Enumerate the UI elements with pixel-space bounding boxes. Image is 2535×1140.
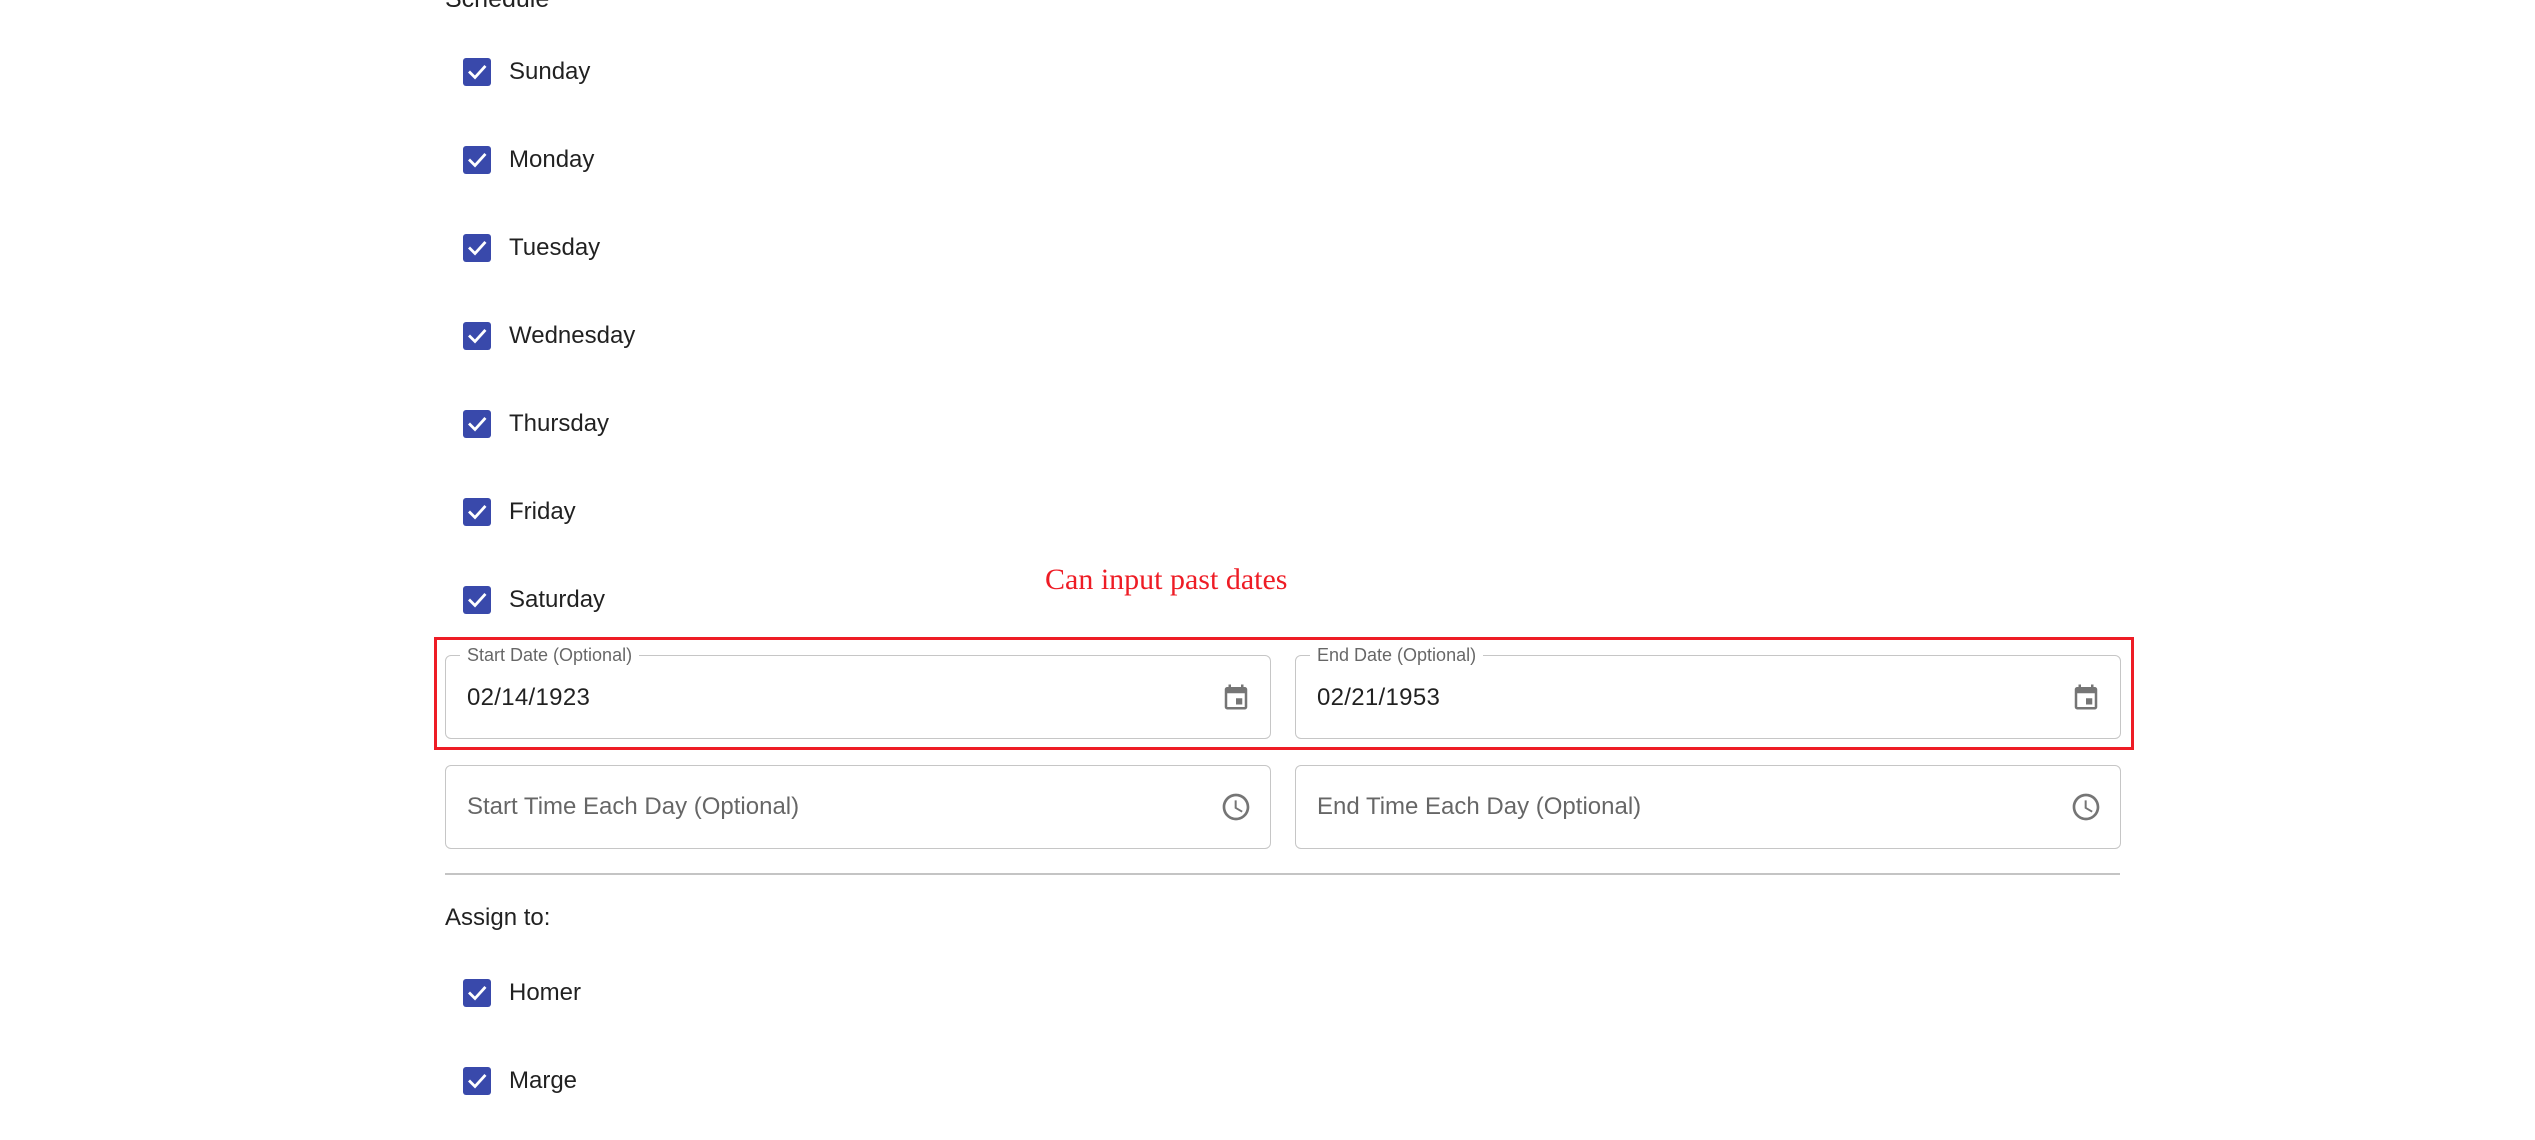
checkbox-checked-icon[interactable] [463,586,491,614]
day-label: Sunday [509,58,591,85]
checkbox-checked-icon[interactable] [463,1067,491,1095]
person-label: Marge [509,1067,578,1094]
checkbox-checked-icon[interactable] [463,979,491,1007]
assign-to-title: Assign to: [445,904,551,931]
schedule-form: Schedule Sunday Monday Tuesday Wednesday… [0,0,2535,1140]
clock-icon[interactable] [2068,789,2104,825]
start-date-value[interactable]: 02/14/1923 [467,684,590,712]
checkbox-row-thursday[interactable]: Thursday [463,402,609,446]
day-label: Saturday [509,586,606,613]
annotation-note: Can input past dates [1045,563,1288,596]
end-date-field[interactable]: End Date (Optional) 02/21/1953 [1295,644,2121,739]
checkbox-row-saturday[interactable]: Saturday [463,578,605,622]
clock-icon[interactable] [1218,789,1254,825]
person-label: Homer [509,979,582,1006]
schedule-title: Schedule [445,0,549,14]
day-label: Tuesday [509,234,601,261]
checkbox-checked-icon[interactable] [463,410,491,438]
start-date-field[interactable]: Start Date (Optional) 02/14/1923 [445,644,1271,739]
checkbox-row-monday[interactable]: Monday [463,138,594,182]
start-time-field[interactable]: Start Time Each Day (Optional) [445,765,1271,849]
checkbox-checked-icon[interactable] [463,58,491,86]
checkbox-row-sunday[interactable]: Sunday [463,50,590,94]
start-time-placeholder[interactable]: Start Time Each Day (Optional) [467,793,799,821]
checkbox-row-marge[interactable]: Marge [463,1059,577,1103]
end-time-field[interactable]: End Time Each Day (Optional) [1295,765,2121,849]
checkbox-row-tuesday[interactable]: Tuesday [463,226,600,270]
checkbox-checked-icon[interactable] [463,146,491,174]
checkbox-checked-icon[interactable] [463,322,491,350]
end-date-label: End Date (Optional) [1310,644,1484,666]
day-label: Thursday [509,410,610,437]
day-label: Monday [509,146,595,173]
end-date-value[interactable]: 02/21/1953 [1317,684,1440,712]
end-time-placeholder[interactable]: End Time Each Day (Optional) [1317,793,1641,821]
checkbox-row-homer[interactable]: Homer [463,971,581,1015]
calendar-icon[interactable] [2068,679,2104,715]
checkbox-checked-icon[interactable] [463,498,491,526]
checkbox-row-wednesday[interactable]: Wednesday [463,314,635,358]
day-label: Friday [509,498,576,525]
checkbox-row-friday[interactable]: Friday [463,490,576,534]
start-date-label: Start Date (Optional) [460,644,640,666]
section-divider [445,873,2120,875]
checkbox-checked-icon[interactable] [463,234,491,262]
day-label: Wednesday [509,322,636,349]
calendar-icon[interactable] [1218,679,1254,715]
